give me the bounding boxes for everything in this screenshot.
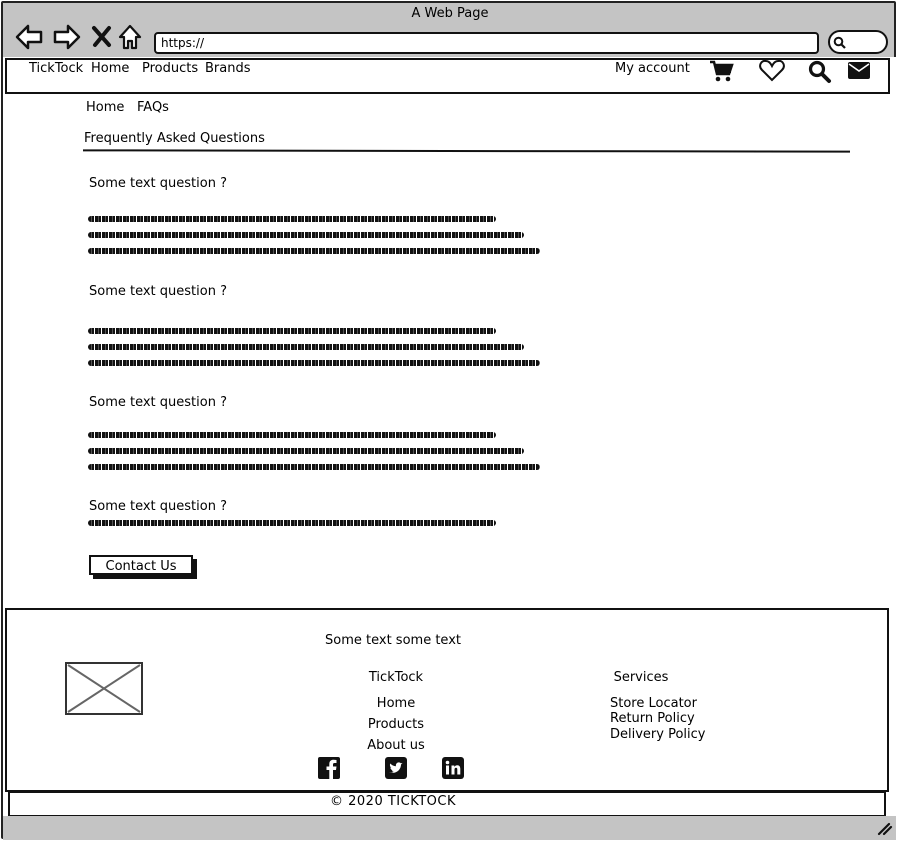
faq-answer-1-line bbox=[88, 232, 524, 238]
faq-answer-1-line bbox=[88, 248, 540, 254]
nav-brands[interactable]: Brands bbox=[205, 61, 251, 76]
mail-icon[interactable] bbox=[846, 58, 872, 84]
search-icon[interactable] bbox=[807, 58, 833, 84]
heart-icon[interactable] bbox=[758, 58, 786, 84]
close-icon[interactable] bbox=[91, 22, 113, 52]
footer-link-store-locator[interactable]: Store Locator bbox=[610, 696, 697, 711]
window-title: A Web Page bbox=[411, 6, 489, 21]
linkedin-icon[interactable] bbox=[442, 757, 464, 779]
footer-link-return-policy[interactable]: Return Policy bbox=[610, 711, 695, 726]
resize-grip-icon[interactable] bbox=[877, 822, 893, 836]
footer-link-home[interactable]: Home bbox=[345, 696, 447, 711]
faq-answer-3-line bbox=[88, 448, 524, 454]
footer-col2-heading: Services bbox=[613, 670, 669, 685]
breadcrumb-faqs[interactable]: FAQs bbox=[137, 100, 169, 115]
facebook-icon[interactable] bbox=[318, 757, 340, 779]
breadcrumb-home[interactable]: Home bbox=[86, 100, 124, 115]
faq-answer-2-line bbox=[88, 360, 540, 366]
faq-answer-3-line bbox=[88, 432, 496, 438]
twitter-icon[interactable] bbox=[385, 757, 407, 779]
faq-question-1: Some text question ? bbox=[89, 176, 227, 191]
browser-status-bar bbox=[3, 816, 896, 840]
footer-col1-heading: TickTock bbox=[368, 670, 424, 685]
brand-link[interactable]: TickTock bbox=[29, 61, 83, 76]
footer-link-delivery-policy[interactable]: Delivery Policy bbox=[610, 727, 706, 742]
faq-question-4: Some text question ? bbox=[89, 499, 227, 514]
back-icon[interactable] bbox=[14, 22, 44, 52]
faq-answer-4-line bbox=[88, 520, 496, 526]
faq-answer-2-line bbox=[88, 344, 524, 350]
nav-home[interactable]: Home bbox=[91, 61, 129, 76]
my-account-link[interactable]: My account bbox=[615, 61, 690, 76]
contact-us-button[interactable]: Contact Us bbox=[89, 555, 193, 575]
nav-products[interactable]: Products bbox=[142, 61, 198, 76]
footer-tagline: Some text some text bbox=[325, 633, 461, 648]
faq-question-3: Some text question ? bbox=[89, 395, 227, 410]
footer-link-products[interactable]: Products bbox=[345, 717, 447, 732]
cart-icon[interactable] bbox=[708, 58, 734, 84]
url-input[interactable]: https:// bbox=[154, 32, 819, 54]
faq-answer-3-line bbox=[88, 464, 540, 470]
page-title: Frequently Asked Questions bbox=[84, 131, 265, 146]
forward-icon[interactable] bbox=[52, 22, 82, 52]
logo-image-placeholder bbox=[65, 662, 143, 715]
search-icon bbox=[833, 36, 846, 49]
faq-question-2: Some text question ? bbox=[89, 284, 227, 299]
faq-answer-1-line bbox=[88, 216, 496, 222]
footer-link-about-us[interactable]: About us bbox=[345, 738, 447, 753]
home-icon[interactable] bbox=[117, 22, 143, 52]
faq-answer-2-line bbox=[88, 328, 496, 334]
copyright-text: © 2020 TICKTOCK bbox=[330, 794, 456, 809]
browser-search-field[interactable] bbox=[828, 30, 888, 54]
